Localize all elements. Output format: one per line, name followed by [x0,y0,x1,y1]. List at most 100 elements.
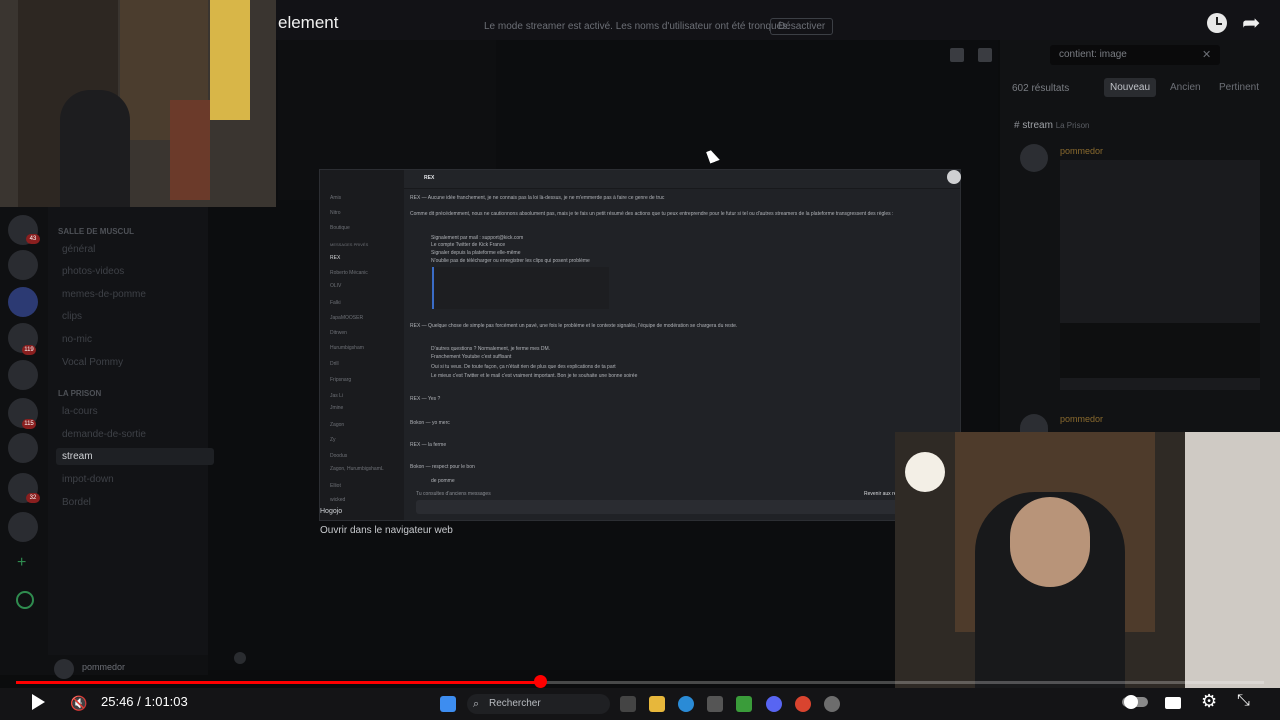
dm-user[interactable]: Roberto Mécanic [330,270,368,276]
settings-gear-icon[interactable]: ⚙ [1201,691,1217,712]
channel-la-cours[interactable]: la-cours [62,406,98,417]
message: Le compte Twitter de Kick France [431,242,506,248]
channel-demande-de-sortie[interactable]: demande-de-sortie [62,429,146,440]
captions-icon[interactable] [1165,697,1181,709]
add-attachment-icon[interactable] [234,652,246,664]
overlay-username: Hogojo [320,508,343,515]
category-salle-de-muscul[interactable]: SALLE DE MUSCUL [58,227,134,236]
streamer-mode-notice: Le mode streamer est activé. Les noms d'… [484,21,790,32]
play-icon[interactable] [32,694,45,710]
dm-user[interactable]: Zagon, HurumbigshamL [330,466,384,472]
channel-stream[interactable]: stream [56,448,214,465]
result-author: pommedor [1060,414,1104,424]
dm-user[interactable]: Drill [330,361,339,367]
threads-icon[interactable] [950,48,964,62]
channel-vocal-pommy[interactable]: Vocal Pommy [62,357,123,368]
store-icon[interactable] [707,696,723,712]
mute-icon[interactable] [978,48,992,62]
task-view-icon[interactable] [620,696,636,712]
watch-later-icon[interactable] [1207,13,1227,33]
share-icon[interactable]: ➦ [1242,10,1260,36]
open-in-browser-link[interactable]: Ouvrir dans le navigateur web [320,525,453,536]
channel-bordel[interactable]: Bordel [62,497,91,508]
video-title: element [278,13,339,32]
link-embed[interactable] [432,267,609,309]
message: Signaler depuis la plateforme elle-même [431,250,521,256]
webcam-bottom-right [895,432,1280,690]
xbox-icon[interactable] [736,696,752,712]
channel-general[interactable]: général [62,244,95,255]
server-icon[interactable] [8,250,38,280]
dm-user[interactable]: Jas Li [330,393,343,399]
dm-user[interactable]: Zagon [330,422,344,428]
channel-clips[interactable]: clips [62,311,82,322]
message-input[interactable] [416,500,952,514]
result-channel[interactable]: # stream La Prison [1014,120,1089,131]
channel-memes-de-pomme[interactable]: memes-de-pomme [62,289,146,300]
channel-no-mic[interactable]: no-mic [62,334,92,345]
dm-user[interactable]: Doodus [330,453,347,459]
dm-user[interactable]: Zy [330,437,336,443]
sort-new-tab[interactable]: Nouveau [1104,78,1157,97]
result-author: pommedor [1060,146,1104,156]
dm-header-name: REX [424,175,435,181]
message: Le mieux c'est Twitter et le mail c'est … [431,373,638,379]
dm-user[interactable]: wicked [330,497,345,503]
dm-user[interactable]: OLIV [330,283,341,289]
dm-user[interactable]: JapaMOOSER [330,315,363,321]
channel-impot-down[interactable]: impot-down [62,474,114,485]
channel-photos-videos[interactable]: photos-videos [62,266,124,277]
dm-user[interactable]: Ditrwen [330,330,347,336]
dm-user[interactable]: Fripsnarg [330,377,351,383]
sort-old-tab[interactable]: Ancien [1164,78,1207,97]
user-name: pommedor [82,662,126,672]
old-messages-note: Tu consultes d'anciens messages [416,491,491,497]
message: Comme dit précédemment, nous ne cautionn… [410,211,894,217]
result-image-dark-strip [1060,323,1260,378]
mute-icon[interactable]: 🔇 [70,695,87,712]
dm-nitro[interactable]: Nitro [330,210,341,216]
dm-friends[interactable]: Amis [330,195,341,201]
obs-icon[interactable] [824,696,840,712]
message: Oui si tu veux. De toute façon, ça n'éta… [431,364,616,370]
server-icon[interactable] [8,360,38,390]
progress-played [16,681,540,684]
dm-user[interactable]: Elliot [330,483,341,489]
search-icon: ⌕ [473,698,480,710]
dm-section-label: MESSAGES PRIVÉS [330,242,369,247]
close-preview-icon[interactable] [947,170,961,184]
add-server-icon[interactable]: + [17,554,26,572]
progress-scrubber[interactable] [534,675,547,688]
autoplay-toggle[interactable] [1122,695,1148,709]
message: Bokon — respect pour le bon [410,464,475,470]
search-query: contient: image [1059,49,1127,60]
dm-user[interactable]: Jmine [330,405,343,411]
dm-user[interactable]: REX [330,255,340,261]
exit-fullscreen-icon[interactable]: ⤡ [1237,692,1250,710]
message: REX — la ferme [410,442,447,448]
server-icon[interactable] [8,512,38,542]
disable-streamer-mode-button[interactable]: Désactiver [770,18,834,35]
results-count: 602 résultats [1012,83,1070,94]
message: REX — Quelque chose de simple pas forcém… [410,323,738,329]
category-la-prison[interactable]: LA PRISON [58,389,101,398]
discord-icon[interactable] [766,696,782,712]
avatar[interactable] [54,659,74,679]
message: REX — Aucune idée franchement, je ne con… [410,195,665,201]
dm-user[interactable]: Hurumbigsham [330,345,364,351]
sort-relevant-tab[interactable]: Pertinent [1213,78,1265,97]
message: REX — Yes ? [410,396,441,402]
message: N'oublie pas de télécharger ou enregistr… [431,258,590,264]
dm-user[interactable]: Falki [330,300,341,306]
discover-icon[interactable] [16,591,34,609]
server-icon[interactable] [8,433,38,463]
notification-badge: 43 [26,234,40,244]
dm-shop[interactable]: Boutique [330,225,350,231]
server-icon[interactable] [8,287,38,317]
chrome-icon[interactable] [795,696,811,712]
edge-icon[interactable] [678,696,694,712]
windows-start-icon[interactable] [440,696,456,712]
clear-search-icon[interactable]: ✕ [1202,48,1211,61]
file-explorer-icon[interactable] [649,696,665,712]
message: Bokon — yo merc [410,420,450,426]
